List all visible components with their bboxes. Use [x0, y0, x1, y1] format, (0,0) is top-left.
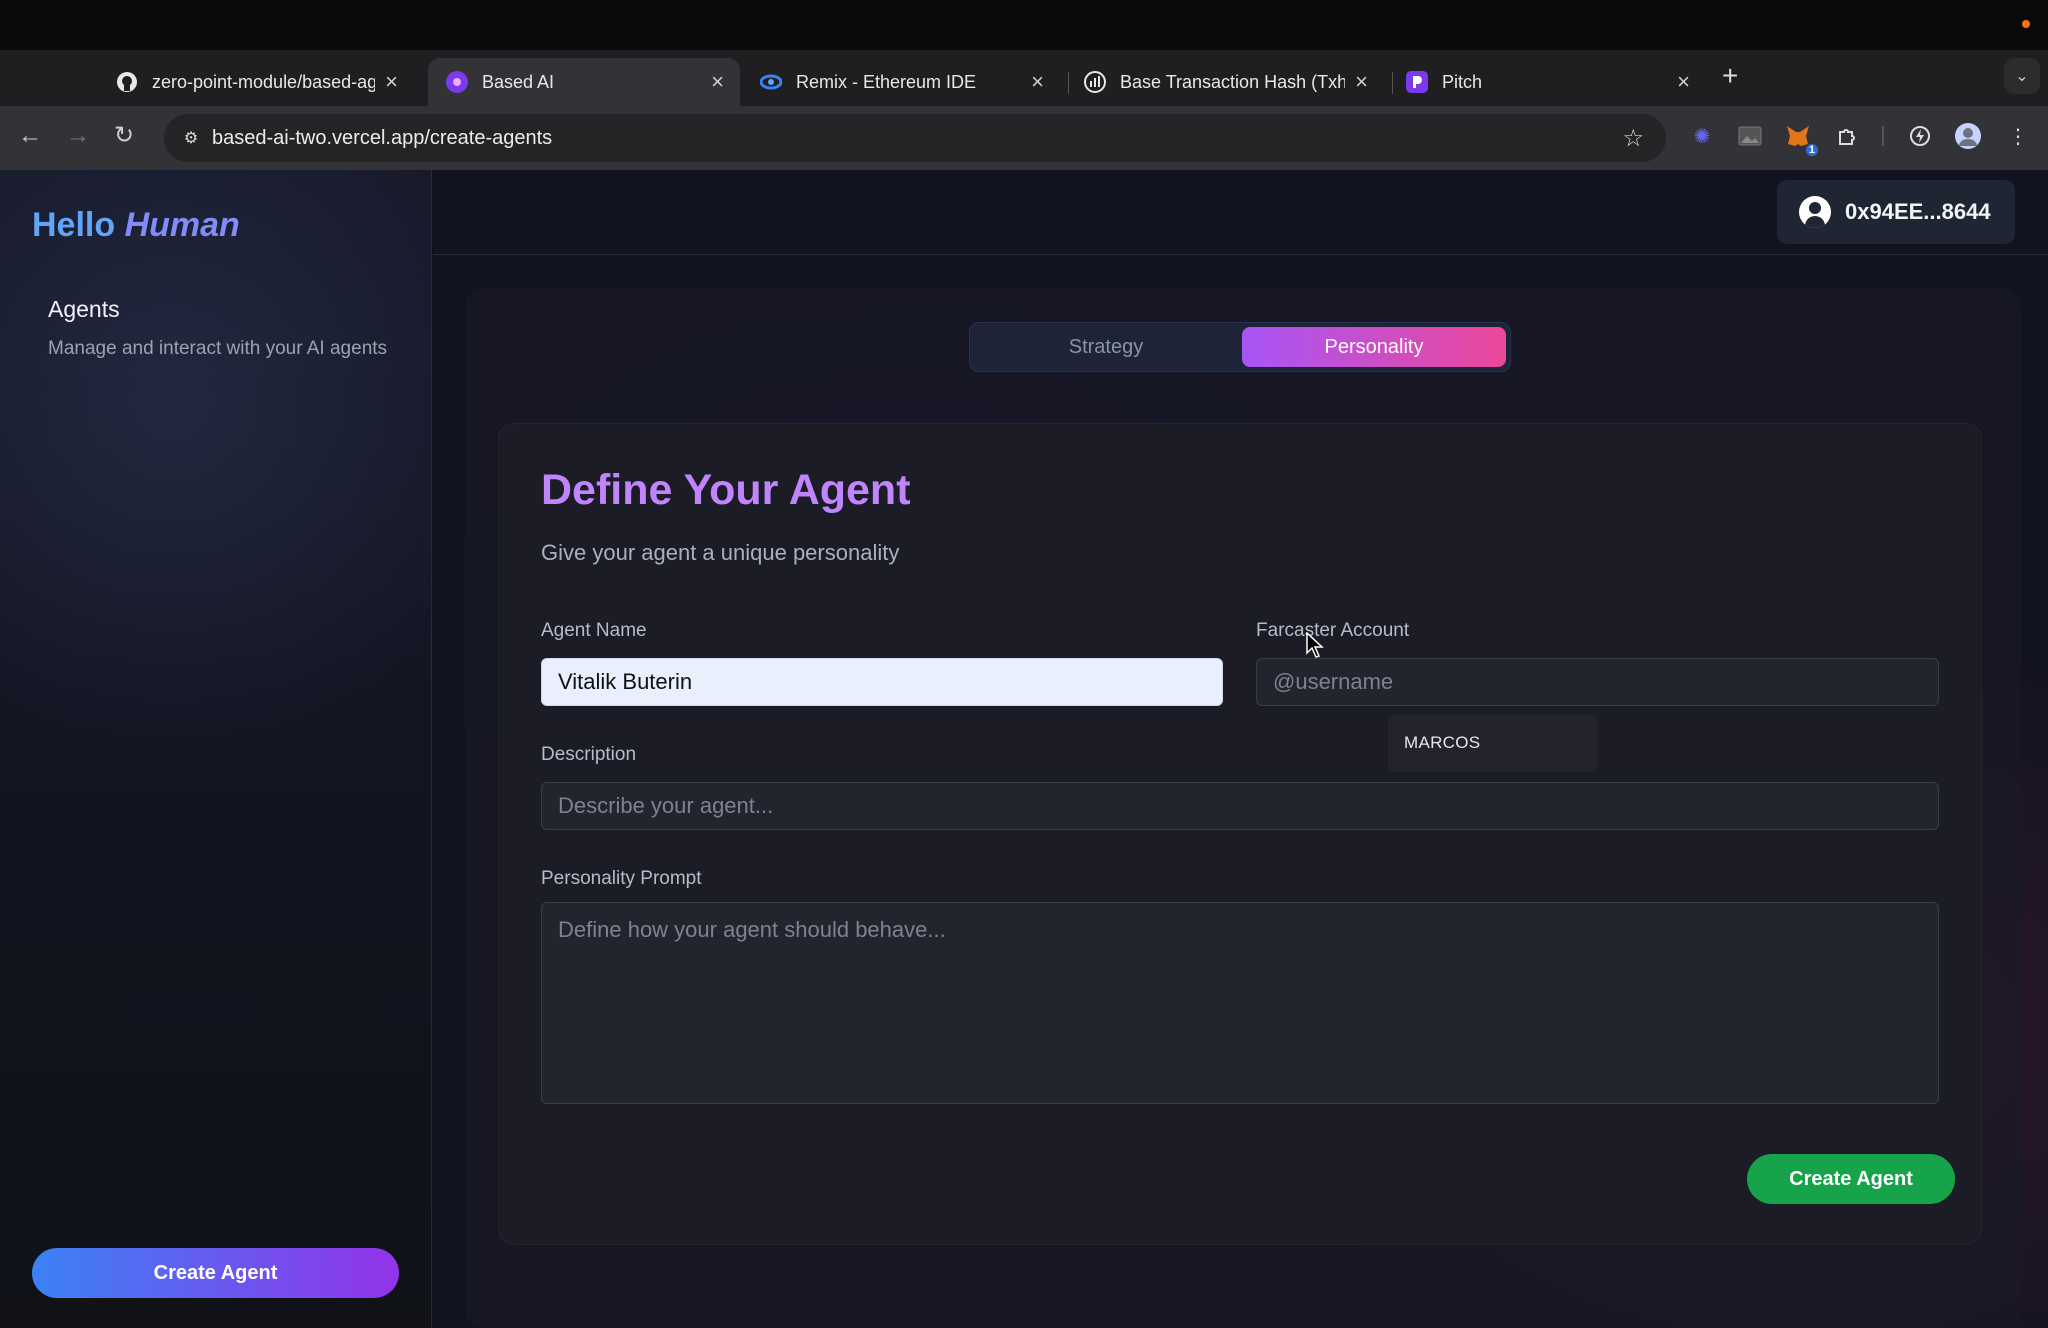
- bookmark-star-icon[interactable]: ☆: [1622, 124, 1644, 153]
- forward-arrow-icon[interactable]: →: [66, 124, 90, 148]
- tab-github[interactable]: zero-point-module/based-ag ×: [98, 58, 414, 106]
- url-text[interactable]: based-ai-two.vercel.app/create-agents: [212, 127, 552, 150]
- sidebar: Hello Human Agents Manage and interact w…: [0, 170, 432, 1328]
- personality-prompt-label: Personality Prompt: [541, 868, 702, 889]
- brand-logo: Hello Human: [32, 206, 240, 245]
- autocomplete-suggestion[interactable]: MARCOS: [1388, 714, 1597, 772]
- tab-search-chevron-icon[interactable]: ⌄: [2004, 58, 2040, 94]
- app-viewport: Hello Human Agents Manage and interact w…: [0, 170, 2048, 1328]
- reload-icon[interactable]: ↻: [114, 124, 134, 148]
- extension-image-icon[interactable]: [1736, 122, 1764, 150]
- toolbar-separator: [1882, 126, 1884, 146]
- form-title: Define Your Agent: [541, 466, 911, 514]
- tab-strategy[interactable]: Strategy: [974, 327, 1238, 367]
- wallet-address: 0x94EE...8644: [1845, 199, 1991, 224]
- tab-title: Remix - Ethereum IDE: [796, 71, 977, 92]
- github-icon: [116, 71, 138, 93]
- sidebar-item-description: Manage and interact with your AI agents: [48, 338, 388, 359]
- agent-name-label: Agent Name: [541, 620, 647, 641]
- tab-title: Based AI: [482, 71, 555, 92]
- tab-title: Base Transaction Hash (Txhas: [1120, 71, 1346, 92]
- based-ai-icon: [446, 71, 468, 93]
- top-header: 0x94EE...8644: [433, 170, 2048, 255]
- close-icon[interactable]: ×: [1355, 71, 1368, 93]
- user-icon: [1799, 196, 1831, 228]
- os-menu-bar: [0, 0, 2048, 50]
- metamask-fox-icon[interactable]: 1: [1784, 122, 1818, 156]
- address-bar[interactable]: ⚙ based-ai-two.vercel.app/create-agents …: [164, 114, 1666, 162]
- back-arrow-icon[interactable]: ←: [18, 124, 42, 148]
- extensions-puzzle-icon[interactable]: [1834, 122, 1862, 150]
- close-icon[interactable]: ×: [1031, 71, 1044, 93]
- tab-based-ai[interactable]: Based AI ×: [428, 58, 740, 106]
- performance-icon[interactable]: [1906, 122, 1934, 150]
- extension-sparkle-icon[interactable]: ✺: [1688, 122, 1716, 150]
- sidebar-item-label: Agents: [48, 296, 120, 322]
- pitch-icon: [1406, 71, 1428, 93]
- basescan-icon: [1084, 71, 1106, 93]
- tab-pitch[interactable]: Pitch ×: [1388, 58, 1706, 106]
- tab-remix[interactable]: Remix - Ethereum IDE ×: [742, 58, 1060, 106]
- mouse-cursor-icon: [1306, 631, 1324, 663]
- tab-title: zero-point-module/based-ag: [152, 71, 376, 92]
- extension-badge: 1: [1805, 144, 1818, 156]
- personality-prompt-textarea[interactable]: [541, 902, 1939, 1104]
- form-subtitle: Give your agent a unique personality: [541, 540, 900, 565]
- main-content: 0x94EE...8644 Strategy Personality Defin…: [433, 170, 2048, 1328]
- tab-title: Pitch: [1442, 71, 1483, 92]
- tab-basescan[interactable]: Base Transaction Hash (Txhas ×: [1066, 58, 1384, 106]
- brand-human: Human: [124, 206, 240, 244]
- create-agent-button[interactable]: Create Agent: [1747, 1154, 1955, 1204]
- farcaster-label: Farcaster Account: [1256, 620, 1410, 641]
- close-icon[interactable]: ×: [385, 71, 398, 93]
- browser-menu-icon[interactable]: ⋮: [2004, 122, 2032, 150]
- browser-tab-strip: zero-point-module/based-ag × Based AI × …: [0, 50, 2048, 106]
- close-icon[interactable]: ×: [711, 71, 724, 93]
- farcaster-input[interactable]: [1256, 658, 1939, 706]
- profile-avatar[interactable]: [1954, 122, 1982, 150]
- description-label: Description: [541, 744, 637, 765]
- brand-hello: Hello: [32, 206, 116, 244]
- site-settings-icon[interactable]: ⚙: [178, 125, 204, 151]
- agent-name-input[interactable]: [541, 658, 1223, 706]
- mode-toggle: Strategy Personality: [969, 322, 1511, 372]
- description-input[interactable]: [541, 782, 1939, 830]
- remix-icon: [760, 71, 782, 93]
- close-icon[interactable]: ×: [1677, 71, 1690, 93]
- new-tab-button[interactable]: +: [1722, 62, 1738, 90]
- wallet-button[interactable]: 0x94EE...8644: [1777, 180, 2015, 244]
- sidebar-item-agents[interactable]: Agents Manage and interact with your AI …: [48, 296, 388, 362]
- tab-personality[interactable]: Personality: [1242, 327, 1506, 367]
- recording-indicator-icon: [2022, 20, 2030, 28]
- sidebar-create-agent-button[interactable]: Create Agent: [32, 1248, 399, 1298]
- agent-form-card: Define Your Agent Give your agent a uniq…: [498, 423, 1982, 1245]
